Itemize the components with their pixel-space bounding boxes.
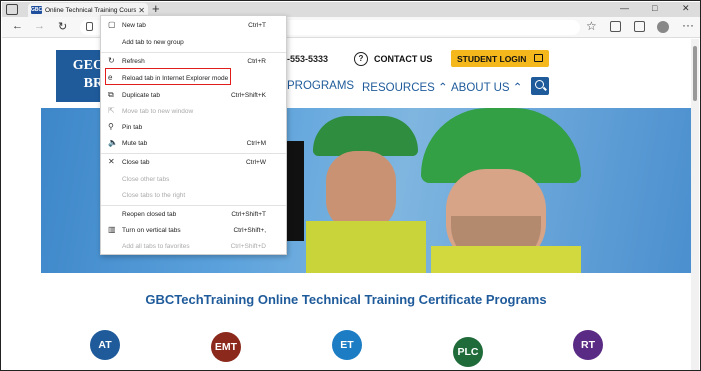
menu-item-label: Close tabs to the right — [122, 192, 186, 199]
lock-icon — [534, 54, 543, 62]
menu-item-close-right[interactable]: Close tabs to the right — [101, 188, 286, 204]
new-tab-icon: ▢ — [108, 20, 116, 29]
badge-label: RT — [581, 339, 595, 351]
menu-item-shortcut: Ctrl+M — [246, 140, 266, 147]
menu-item-shortcut: Ctrl+R — [247, 58, 266, 65]
refresh-icon: ↻ — [108, 56, 115, 65]
contact-question-icon: ? — [354, 52, 368, 66]
page-heading: GBCTechTraining Online Technical Trainin… — [145, 292, 547, 307]
menu-item-move-window[interactable]: ⇱ Move tab to new window — [101, 104, 286, 120]
menu-item-pin[interactable]: ⚲ Pin tab — [101, 120, 286, 136]
menu-item-reopen[interactable]: Reopen closed tab Ctrl+Shift+T — [101, 207, 286, 223]
program-badge-emt[interactable]: EMT — [211, 332, 241, 362]
program-badge-rt[interactable]: RT — [573, 330, 603, 360]
menu-item-close-other[interactable]: Close other tabs — [101, 172, 286, 188]
refresh-button[interactable]: ↻ — [58, 20, 67, 33]
nav-programs[interactable]: PROGRAMS — [287, 80, 354, 92]
menu-item-shortcut: Ctrl+Shift+T — [231, 211, 266, 218]
phone-number[interactable]: -553-5333 — [287, 54, 328, 64]
minimize-button[interactable]: — — [620, 3, 629, 13]
menu-item-shortcut: Ctrl+Shift+K — [230, 92, 266, 99]
browser-window: GBC Online Technical Training Course ✕ +… — [0, 0, 701, 371]
menu-divider — [101, 153, 286, 154]
close-window-button[interactable]: ✕ — [682, 3, 690, 14]
hardhat-image — [313, 116, 418, 156]
profile-avatar[interactable] — [657, 21, 669, 33]
lock-icon[interactable] — [86, 22, 93, 31]
new-tab-button[interactable]: + — [152, 2, 160, 16]
student-login-label: STUDENT LOGIN — [457, 53, 527, 64]
settings-more-icon[interactable]: ··· — [682, 18, 694, 32]
tab-title: Online Technical Training Course — [45, 6, 137, 14]
menu-item-label: Refresh — [122, 58, 145, 65]
favicon: GBC — [31, 6, 43, 14]
vertical-tabs-icon: ▥ — [108, 225, 116, 234]
menu-item-shortcut: Ctrl+Shift+D — [230, 243, 266, 250]
badge-label: EMT — [214, 341, 238, 353]
menu-item-shortcut: Ctrl+W — [245, 159, 266, 166]
student-login-button[interactable]: STUDENT LOGIN — [451, 50, 549, 67]
menu-divider — [101, 205, 286, 206]
search-icon[interactable] — [531, 77, 549, 95]
tab-actions-icon[interactable] — [6, 4, 18, 15]
worker-face-image — [326, 151, 396, 231]
menu-item-label: Pin tab — [122, 124, 143, 131]
menu-item-label: New tab — [122, 22, 146, 29]
menu-divider — [101, 52, 286, 53]
menu-item-label: Add tab to new group — [122, 39, 184, 46]
menu-item-label: Reopen closed tab — [122, 211, 177, 218]
back-button[interactable]: ← — [12, 20, 23, 32]
menu-item-vertical-tabs[interactable]: ▥ Turn on vertical tabs Ctrl+Shift+, — [101, 223, 286, 239]
move-window-icon: ⇱ — [108, 106, 115, 115]
badge-label: AT — [98, 339, 112, 351]
badge-label: ET — [340, 339, 354, 351]
menu-item-add-to-group[interactable]: Add tab to new group — [101, 35, 286, 51]
mute-icon: 🔈 — [108, 138, 118, 147]
menu-item-shortcut: Ctrl+Shift+, — [233, 227, 266, 234]
program-badge-et[interactable]: ET — [332, 330, 362, 360]
menu-item-duplicate[interactable]: ⧉ Duplicate tab Ctrl+Shift+K — [101, 88, 286, 104]
pin-icon: ⚲ — [108, 122, 114, 131]
menu-item-close-tab[interactable]: ✕ Close tab Ctrl+W — [101, 155, 286, 171]
menu-item-label: Add all tabs to favorites — [122, 243, 190, 250]
menu-item-label: Move tab to new window — [122, 108, 194, 115]
nav-about-us[interactable]: ABOUT US ⌃ — [451, 80, 522, 94]
maximize-button[interactable]: □ — [652, 3, 657, 13]
menu-item-label: Duplicate tab — [122, 92, 160, 99]
menu-item-new-tab[interactable]: ▢ New tab Ctrl+T — [101, 18, 286, 34]
collections-icon[interactable] — [634, 21, 645, 32]
program-badge-plc[interactable]: PLC — [453, 337, 483, 367]
menu-item-label: Close tab — [122, 159, 150, 166]
hero-text-panel — [286, 141, 304, 241]
favorite-star-icon[interactable]: ☆ — [586, 19, 597, 33]
contact-us-link[interactable]: CONTACT US — [374, 54, 432, 64]
menu-item-add-favorites[interactable]: Add all tabs to favorites Ctrl+Shift+D — [101, 239, 286, 255]
program-badge-at[interactable]: AT — [90, 330, 120, 360]
duplicate-icon: ⧉ — [108, 90, 114, 99]
close-tab-icon[interactable]: ✕ — [138, 6, 145, 15]
menu-item-label: Close other tabs — [122, 176, 170, 183]
safety-vest-image — [431, 246, 581, 273]
badge-label: PLC — [457, 346, 479, 358]
split-screen-icon[interactable] — [610, 21, 621, 32]
menu-item-mute[interactable]: 🔈 Mute tab Ctrl+M — [101, 136, 286, 152]
menu-item-label: Turn on vertical tabs — [122, 227, 181, 234]
safety-vest-image — [306, 221, 426, 273]
tab-context-menu: ▢ New tab Ctrl+T Add tab to new group ↻ Ref… — [100, 15, 287, 255]
menu-item-shortcut: Ctrl+T — [248, 22, 266, 29]
nav-resources[interactable]: RESOURCES ⌃ — [362, 80, 448, 94]
menu-item-label: Mute tab — [122, 140, 148, 147]
forward-button[interactable]: → — [34, 20, 45, 32]
scrollbar-thumb[interactable] — [693, 46, 697, 101]
highlight-box — [105, 68, 231, 85]
close-icon: ✕ — [108, 157, 115, 166]
